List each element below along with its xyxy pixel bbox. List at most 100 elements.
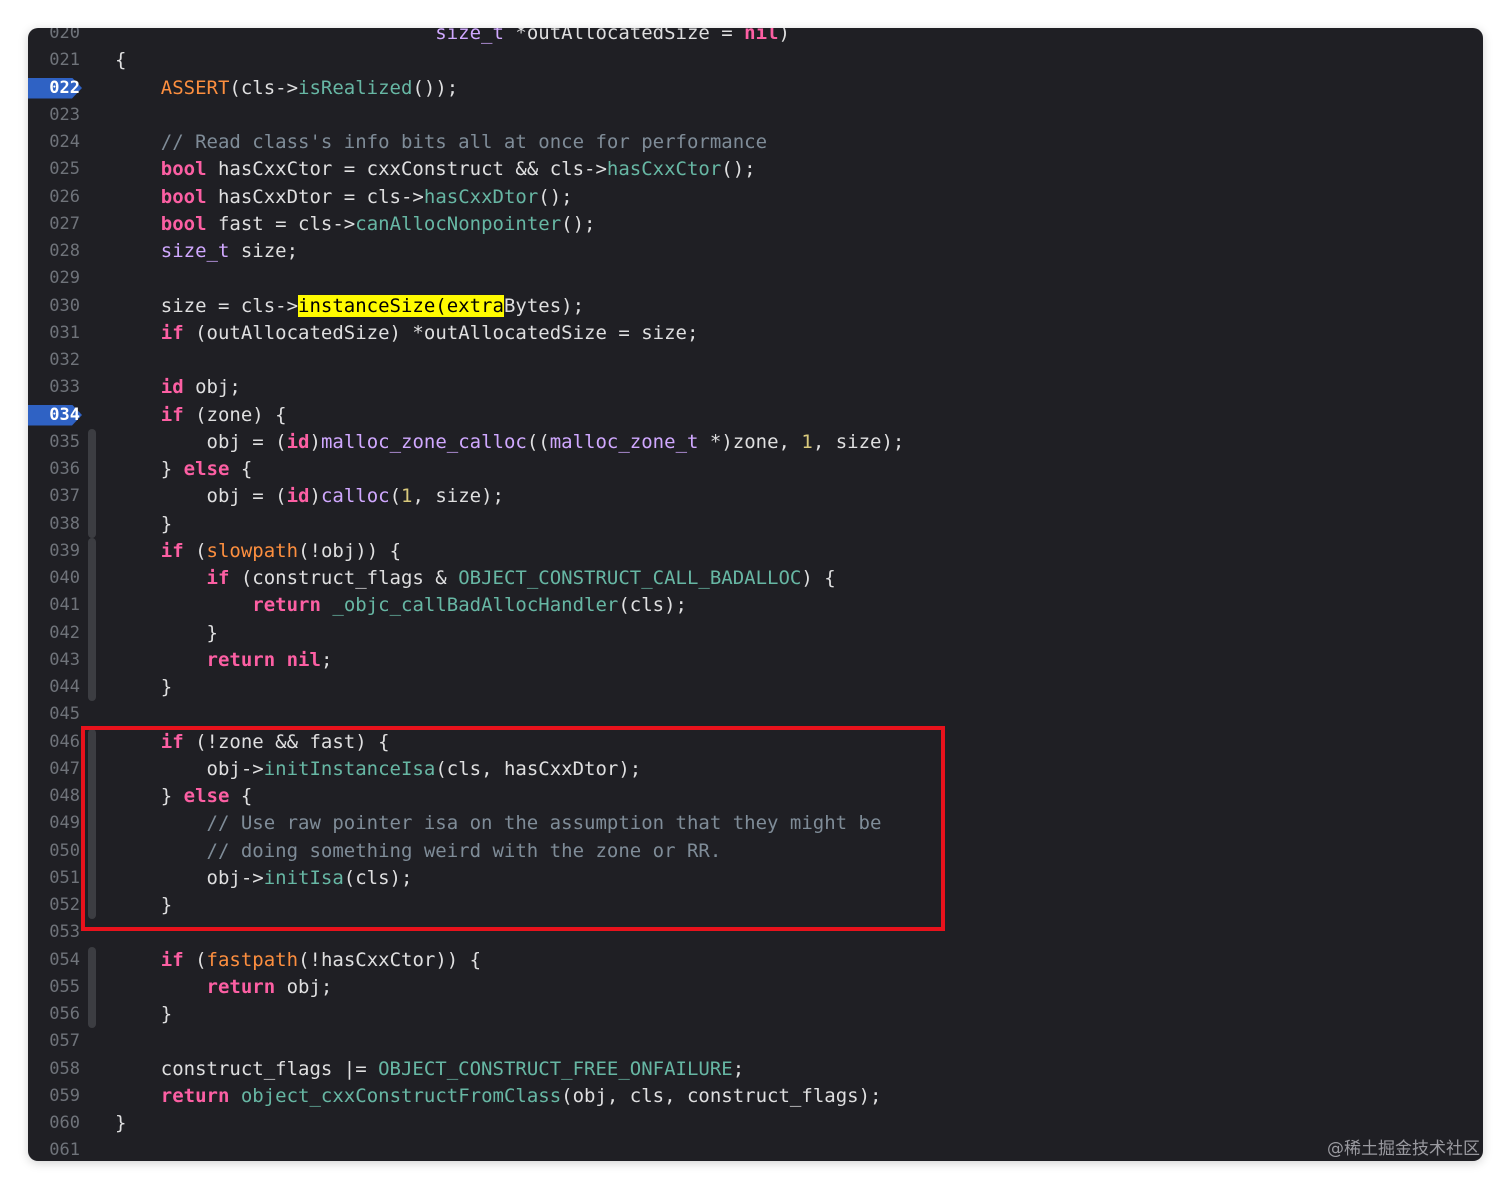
line-number[interactable]: 052 <box>28 892 80 919</box>
line-number[interactable]: 044 <box>28 674 80 701</box>
line-number[interactable]: 045 <box>28 701 80 728</box>
code-line[interactable]: 056 } <box>28 1001 1483 1029</box>
code-line[interactable]: 024 // Read class's info bits all at onc… <box>28 129 1483 156</box>
code-line[interactable]: 031 if (outAllocatedSize) *outAllocatedS… <box>28 320 1483 347</box>
line-number[interactable]: 024 <box>28 129 80 156</box>
code-line[interactable]: 021 { <box>28 47 1483 74</box>
code-token: if <box>160 539 184 562</box>
line-number[interactable]: 053 <box>28 919 80 946</box>
code-line[interactable]: 032 <box>28 347 1483 374</box>
line-number[interactable]: 042 <box>28 620 80 647</box>
line-number[interactable]: 033 <box>28 374 80 401</box>
code-line[interactable]: 026 bool hasCxxDtor = cls->hasCxxDtor(); <box>28 184 1483 211</box>
code-line[interactable]: 045 <box>28 701 1483 728</box>
line-number[interactable]: 041 <box>28 592 80 619</box>
line-number[interactable]: 046 <box>28 729 80 756</box>
code-line[interactable]: 029 <box>28 265 1483 292</box>
code-fold-ribbon[interactable] <box>88 537 96 565</box>
line-number[interactable]: 036 <box>28 456 80 483</box>
code-line[interactable]: 030 size = cls->instanceSize(extraBytes)… <box>28 293 1483 320</box>
line-number[interactable]: 051 <box>28 865 80 892</box>
code-line[interactable]: 038 } <box>28 510 1483 538</box>
line-number[interactable]: 054 <box>28 947 80 974</box>
code-fold-ribbon[interactable] <box>88 1001 96 1029</box>
line-number[interactable]: 034 <box>28 402 80 429</box>
code-line[interactable]: 037 obj = (id)calloc(1, size); <box>28 483 1483 511</box>
code-line[interactable]: 022 ASSERT(cls->isRealized()); <box>28 75 1483 102</box>
code-line[interactable]: 034 if (zone) { <box>28 402 1483 429</box>
code-line[interactable]: 044 } <box>28 674 1483 702</box>
code-fold-ribbon[interactable] <box>88 674 96 702</box>
line-number[interactable]: 043 <box>28 647 80 674</box>
code-token: bool <box>160 185 207 208</box>
code-line[interactable]: 020 size_t *outAllocatedSize = nil) <box>28 28 1483 47</box>
code-line[interactable]: 054 if (fastpath(!hasCxxCtor)) { <box>28 946 1483 974</box>
code-line[interactable]: 025 bool hasCxxCtor = cxxConstruct && cl… <box>28 156 1483 183</box>
line-number[interactable]: 022 <box>28 75 80 102</box>
line-number[interactable]: 030 <box>28 293 80 320</box>
code-line[interactable]: 043 return nil; <box>28 646 1483 674</box>
code-line[interactable]: 040 if (construct_flags & OBJECT_CONSTRU… <box>28 565 1483 593</box>
code-fold-ribbon[interactable] <box>88 619 96 647</box>
line-number[interactable]: 023 <box>28 102 80 129</box>
code-line[interactable]: 061 <box>28 1137 1483 1161</box>
line-number[interactable]: 050 <box>28 838 80 865</box>
code-fold-ribbon[interactable] <box>88 646 96 674</box>
line-number[interactable]: 025 <box>28 156 80 183</box>
line-number[interactable]: 049 <box>28 810 80 837</box>
code-fold-ribbon[interactable] <box>88 456 96 484</box>
line-number[interactable]: 055 <box>28 974 80 1001</box>
code-token: (( <box>526 430 550 453</box>
code-line[interactable]: 041 return _objc_callBadAllocHandler(cls… <box>28 592 1483 620</box>
line-number[interactable]: 035 <box>28 429 80 456</box>
line-number[interactable]: 029 <box>28 265 80 292</box>
code-fold-ribbon[interactable] <box>88 946 96 974</box>
code-fold-ribbon[interactable] <box>88 428 96 456</box>
code-line[interactable]: 059 return object_cxxConstructFromClass(… <box>28 1083 1483 1110</box>
line-number[interactable]: 040 <box>28 565 80 592</box>
code-line[interactable]: 036 } else { <box>28 456 1483 484</box>
code-line[interactable]: 057 <box>28 1028 1483 1055</box>
line-number[interactable]: 048 <box>28 783 80 810</box>
line-number[interactable]: 058 <box>28 1056 80 1083</box>
code-line[interactable]: 060} <box>28 1110 1483 1137</box>
code-line[interactable]: 033 id obj; <box>28 374 1483 401</box>
code-line[interactable]: 028 size_t size; <box>28 238 1483 265</box>
code-fold-ribbon[interactable] <box>88 592 96 620</box>
code-fold-ribbon[interactable] <box>88 565 96 593</box>
line-number[interactable]: 038 <box>28 511 80 538</box>
line-number[interactable]: 061 <box>28 1137 80 1161</box>
code-token: (!hasCxxCtor)) { <box>298 948 482 971</box>
line-number[interactable]: 056 <box>28 1001 80 1028</box>
line-number[interactable]: 026 <box>28 184 80 211</box>
line-number[interactable]: 020 <box>28 28 80 47</box>
line-number[interactable]: 027 <box>28 211 80 238</box>
code-line[interactable]: 042 } <box>28 619 1483 647</box>
code-fold-ribbon[interactable] <box>88 973 96 1001</box>
line-number[interactable]: 059 <box>28 1083 80 1110</box>
code-fold-ribbon[interactable] <box>88 483 96 511</box>
line-number[interactable]: 047 <box>28 756 80 783</box>
code-line[interactable]: 027 bool fast = cls->canAllocNonpointer(… <box>28 211 1483 238</box>
code-line[interactable]: 039 if (slowpath(!obj)) { <box>28 537 1483 565</box>
code-line[interactable]: 058 construct_flags |= OBJECT_CONSTRUCT_… <box>28 1056 1483 1083</box>
line-number[interactable]: 037 <box>28 483 80 510</box>
code-text: size_t size; <box>115 238 298 265</box>
line-number[interactable]: 032 <box>28 347 80 374</box>
line-number[interactable]: 028 <box>28 238 80 265</box>
code-token: hasCxxCtor <box>606 158 722 181</box>
code-fold-ribbon[interactable] <box>88 510 96 538</box>
line-number[interactable]: 039 <box>28 538 80 565</box>
code-token: _objc_callBadAllocHandler <box>332 594 619 617</box>
code-line[interactable]: 055 return obj; <box>28 973 1483 1001</box>
line-number[interactable]: 031 <box>28 320 80 347</box>
code-token: ) <box>778 28 790 44</box>
line-number[interactable]: 060 <box>28 1110 80 1137</box>
code-token: (); <box>721 158 756 181</box>
code-line[interactable]: 023 <box>28 102 1483 129</box>
line-number[interactable]: 057 <box>28 1028 80 1055</box>
code-line[interactable]: 035 obj = (id)malloc_zone_calloc((malloc… <box>28 428 1483 456</box>
line-number[interactable]: 021 <box>28 47 80 74</box>
